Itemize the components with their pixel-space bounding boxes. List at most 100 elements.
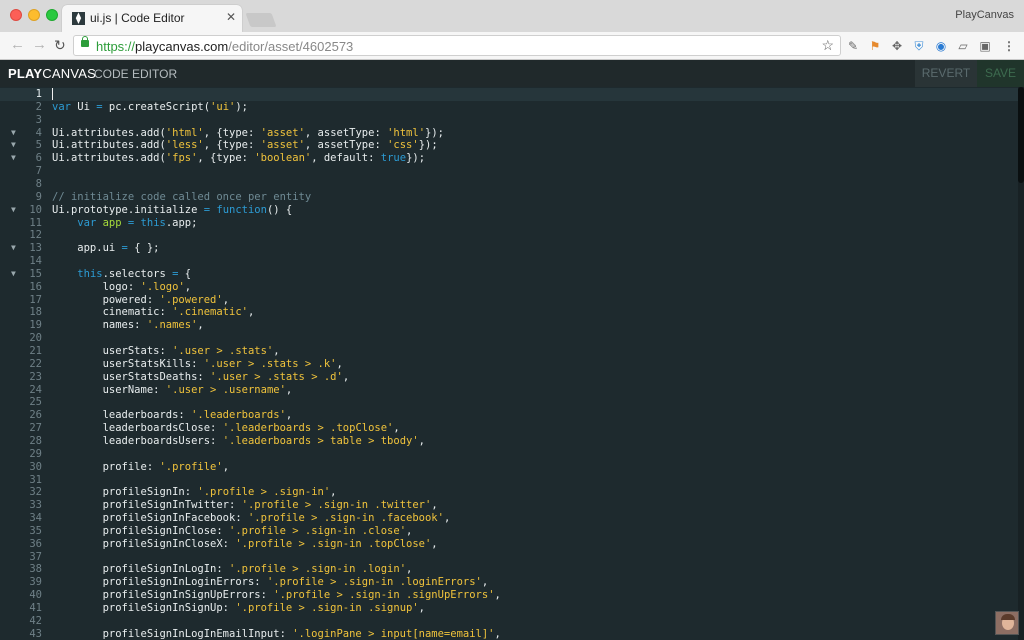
address-bar[interactable]: https://playcanvas.com/editor/asset/4602… bbox=[73, 35, 841, 56]
code-line[interactable]: 11 var app = this.app; bbox=[0, 217, 1018, 230]
code-line[interactable]: 37 bbox=[0, 551, 1018, 564]
code-line[interactable]: 17 powered: '.powered', bbox=[0, 294, 1018, 307]
code-text: profileSignInSignUpErrors: '.profile > .… bbox=[52, 589, 501, 602]
code-token: this bbox=[77, 267, 103, 280]
window-icon[interactable]: ▣ bbox=[978, 39, 992, 53]
code-line[interactable]: 32 profileSignIn: '.profile > .sign-in', bbox=[0, 486, 1018, 499]
eyedropper-icon[interactable]: ✎ bbox=[846, 39, 860, 53]
reload-icon[interactable]: ↻ bbox=[54, 37, 66, 53]
code-line[interactable]: 16 logo: '.logo', bbox=[0, 281, 1018, 294]
code-token: '.profile > .sign-in' bbox=[197, 486, 331, 499]
extension-icon[interactable]: ⚑ bbox=[868, 39, 882, 53]
code-line[interactable]: 24 userName: '.user > .username', bbox=[0, 384, 1018, 397]
window-close-button[interactable] bbox=[10, 9, 22, 21]
code-token: profileSignIn: bbox=[52, 486, 198, 499]
url-protocol: https:// bbox=[96, 39, 136, 54]
code-token: , bbox=[342, 370, 350, 383]
code-line[interactable]: 26 leaderboards: '.leaderboards', bbox=[0, 409, 1018, 422]
line-number: 8 bbox=[35, 177, 42, 190]
code-token: Ui bbox=[70, 100, 97, 113]
code-line[interactable]: 20 bbox=[0, 332, 1018, 345]
code-token: Ui.attributes.add( bbox=[52, 126, 166, 139]
code-token: .app; bbox=[165, 216, 198, 229]
code-line[interactable]: 22 userStatsKills: '.user > .stats > .k'… bbox=[0, 358, 1018, 371]
tab-close-icon[interactable]: ✕ bbox=[226, 10, 236, 24]
code-text bbox=[52, 88, 53, 102]
code-token: '.profile > .sign-in .signup' bbox=[235, 602, 419, 614]
code-line[interactable]: 29 bbox=[0, 448, 1018, 461]
shield-icon[interactable]: ⛨ bbox=[912, 39, 926, 53]
code-editor[interactable]: 1 2 var Ui = pc.createScript('ui'); 3 ▼ 4 Ui.a… bbox=[0, 87, 1024, 640]
revert-button[interactable]: REVERT bbox=[915, 60, 977, 87]
code-line[interactable]: 19 names: '.names', bbox=[0, 319, 1018, 332]
new-tab-button[interactable] bbox=[245, 13, 277, 27]
scrollbar-thumb[interactable] bbox=[1018, 87, 1024, 183]
star-icon[interactable]: ☆ bbox=[821, 37, 834, 54]
line-number: 7 bbox=[35, 165, 42, 178]
code-line[interactable]: 18 cinematic: '.cinematic', bbox=[0, 306, 1018, 319]
code-text: Ui.prototype.initialize = function() { bbox=[52, 204, 292, 217]
ghostery-icon[interactable]: ◉ bbox=[934, 39, 948, 53]
code-line[interactable]: 34 profileSignInFacebook: '.profile > .s… bbox=[0, 512, 1018, 525]
code-line[interactable]: 36 profileSignInCloseX: '.profile > .sig… bbox=[0, 538, 1018, 551]
forward-arrow-icon[interactable]: → bbox=[32, 37, 47, 53]
code-line[interactable]: 39 profileSignInLoginErrors: '.profile >… bbox=[0, 576, 1018, 589]
code-line[interactable]: 25 bbox=[0, 396, 1018, 409]
line-number: 39 bbox=[29, 576, 42, 589]
code-token: , bbox=[418, 434, 425, 447]
code-line[interactable]: 42 bbox=[0, 615, 1018, 628]
code-text: profileSignInLogIn: '.profile > .sign-in… bbox=[52, 563, 413, 576]
code-token: Ui.attributes.add( bbox=[52, 152, 166, 165]
window-maximize-button[interactable] bbox=[46, 9, 58, 21]
code-line[interactable]: ▼ 15 this.selectors = { bbox=[0, 268, 1018, 281]
code-line[interactable]: ▼ 4 Ui.attributes.add('html', {type: 'asse… bbox=[0, 127, 1018, 140]
code-line[interactable]: 9 // initialize code called once per enti… bbox=[0, 191, 1018, 204]
line-number: 19 bbox=[29, 319, 42, 332]
line-number: 32 bbox=[29, 486, 42, 499]
code-line[interactable]: 28 leaderboardsUsers: '.leaderboards > t… bbox=[0, 435, 1018, 448]
user-avatar[interactable] bbox=[995, 611, 1019, 635]
code-line[interactable]: 41 profileSignInSignUp: '.profile > .sig… bbox=[0, 602, 1018, 615]
code-line[interactable]: 1 bbox=[0, 88, 1018, 101]
menu-icon[interactable]: ⋮ bbox=[1002, 39, 1016, 53]
code-line[interactable]: 40 profileSignInSignUpErrors: '.profile … bbox=[0, 589, 1018, 602]
code-line[interactable]: 43 profileSignInLogInEmailInput: '.login… bbox=[0, 628, 1018, 640]
code-line[interactable]: 14 bbox=[0, 255, 1018, 268]
code-line[interactable]: ▼ 5 Ui.attributes.add('less', {type: 'asse… bbox=[0, 139, 1018, 152]
line-number: 21 bbox=[29, 345, 42, 357]
window-minimize-button[interactable] bbox=[28, 9, 40, 21]
code-line[interactable]: 8 bbox=[0, 178, 1018, 191]
code-line[interactable]: 38 profileSignInLogIn: '.profile > .sign… bbox=[0, 563, 1018, 576]
browser-tab-active[interactable]: ⧫ ui.js | Code Editor ✕ bbox=[62, 5, 242, 32]
code-line[interactable]: 12 bbox=[0, 229, 1018, 242]
code-line[interactable]: 2 var Ui = pc.createScript('ui'); bbox=[0, 101, 1018, 114]
code-token: , bbox=[494, 627, 501, 640]
code-line[interactable]: 21 userStats: '.user > .stats', bbox=[0, 345, 1018, 358]
url-text[interactable]: https://playcanvas.com/editor/asset/4602… bbox=[96, 39, 353, 54]
line-number: 5 bbox=[35, 139, 42, 152]
code-text: powered: '.powered', bbox=[52, 294, 229, 307]
code-line[interactable]: 23 userStatsDeaths: '.user > .stats > .d… bbox=[0, 371, 1018, 384]
translate-icon[interactable]: ▱ bbox=[956, 39, 970, 53]
code-line[interactable]: 7 bbox=[0, 165, 1018, 178]
back-arrow-icon[interactable]: ← bbox=[10, 37, 25, 53]
code-token: , bbox=[285, 383, 293, 396]
code-line[interactable]: ▼ 6 Ui.attributes.add('fps', {type: 'boole… bbox=[0, 152, 1018, 165]
line-number: 27 bbox=[29, 422, 42, 435]
line-number: 43 bbox=[29, 627, 42, 640]
code-line[interactable]: 31 bbox=[0, 474, 1018, 487]
code-line[interactable]: 27 leaderboardsClose: '.leaderboards > .… bbox=[0, 422, 1018, 435]
code-line[interactable]: 3 bbox=[0, 114, 1018, 127]
code-token: userStatsDeaths: bbox=[52, 370, 211, 383]
line-number: 25 bbox=[29, 396, 42, 409]
code-line[interactable]: 30 profile: '.profile', bbox=[0, 461, 1018, 474]
save-button[interactable]: SAVE bbox=[977, 60, 1024, 87]
code-token: var bbox=[77, 216, 97, 229]
code-line[interactable]: ▼ 13 app.ui = { }; bbox=[0, 242, 1018, 255]
move-icon[interactable]: ✥ bbox=[890, 39, 904, 53]
code-line[interactable]: ▼ 10 Ui.prototype.initialize = function() … bbox=[0, 204, 1018, 217]
code-line[interactable]: 35 profileSignInClose: '.profile > .sign… bbox=[0, 525, 1018, 538]
vertical-scrollbar[interactable] bbox=[1018, 87, 1024, 640]
browser-profile-name[interactable]: PlayCanvas bbox=[955, 9, 1014, 21]
code-line[interactable]: 33 profileSignInTwitter: '.profile > .si… bbox=[0, 499, 1018, 512]
